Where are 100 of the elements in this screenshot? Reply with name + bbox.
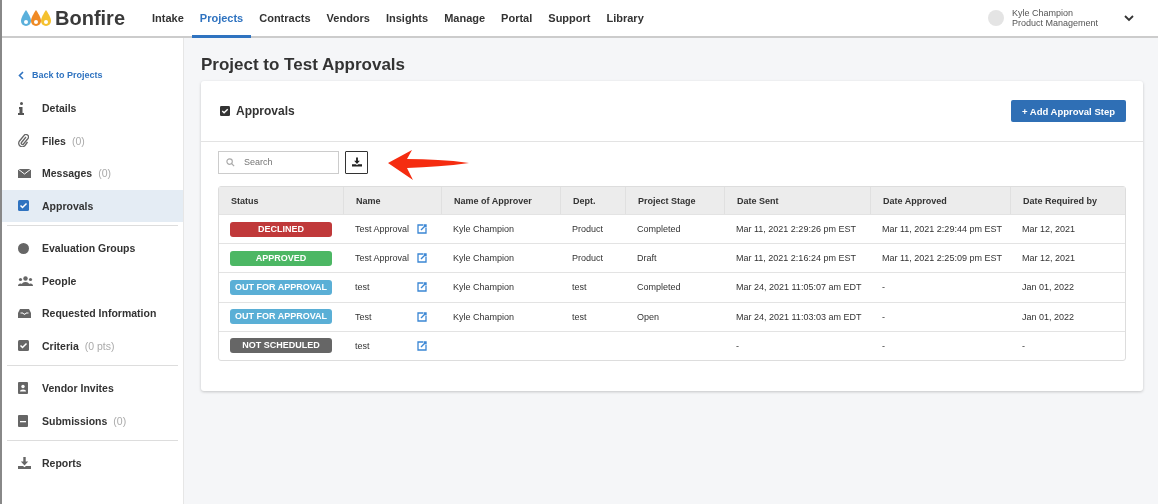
paperclip-icon (18, 134, 29, 148)
table-cell: test (355, 282, 370, 293)
table-cell: Kyle Champion (453, 311, 515, 322)
table-cell: Draft (637, 253, 657, 264)
status-badge: OUT FOR APPROVAL (230, 309, 332, 325)
nav-tab[interactable]: Projects (191, 0, 252, 38)
sidebar-item[interactable]: Messages (0) (2, 157, 183, 190)
column-header: Name (343, 187, 441, 214)
back-link[interactable]: Back to Projects (2, 70, 183, 80)
nav-tab[interactable]: Library (598, 0, 652, 38)
item-count: (0) (113, 414, 127, 427)
table-cell: Mar 11, 2021 2:25:09 pm EST (882, 253, 1002, 264)
column-header: Date Approved (870, 187, 1010, 214)
table-cell: Test Approval (355, 224, 410, 235)
sidebar-item[interactable]: Files (0) (2, 124, 183, 157)
user-name: Kyle Champion (1011, 8, 1074, 18)
edit-icon[interactable] (417, 282, 427, 293)
item-count: (0 pts) (84, 339, 115, 352)
table-cell: Mar 24, 2021 11:05:07 am EDT (736, 282, 862, 293)
sidebar-item[interactable]: Reports (2, 447, 183, 480)
item-count: (0) (71, 134, 85, 147)
item-count: (0) (98, 167, 112, 180)
table-cell: Completed (637, 282, 681, 293)
nav-tab[interactable]: Insights (377, 0, 437, 38)
checkbox-icon (220, 106, 230, 116)
edit-icon[interactable] (417, 224, 427, 235)
table-cell: - (882, 311, 885, 322)
table-cell: Test (355, 311, 372, 322)
checkbox-icon (18, 340, 29, 352)
edit-icon[interactable] (417, 311, 427, 322)
column-header: Date Required by (1010, 187, 1125, 214)
document-icon (18, 414, 28, 427)
table-cell: Open (637, 311, 660, 322)
sidebar-item[interactable]: People (2, 264, 183, 297)
table-cell: Test Approval (355, 253, 410, 264)
sidebar-item[interactable]: Submissions (0) (2, 404, 183, 437)
status-badge: OUT FOR APPROVAL (230, 279, 332, 295)
download-icon (18, 457, 31, 470)
table-cell: Kyle Champion (453, 282, 515, 293)
table-cell: - (882, 282, 885, 293)
table-cell: test (355, 340, 370, 351)
page-title: Project to Test Approvals (201, 55, 407, 75)
table-cell: - (882, 340, 885, 351)
sidebar-item[interactable]: Criteria (0 pts) (2, 329, 183, 362)
sidebar-item[interactable]: Approvals (2, 189, 183, 222)
envelope-icon (18, 168, 31, 178)
sidebar-item[interactable]: Evaluation Groups (2, 232, 183, 265)
table-cell: Completed (637, 224, 681, 235)
inbox-icon (18, 308, 31, 318)
chevron-down-icon[interactable] (1124, 14, 1134, 22)
contact-card-icon (18, 382, 28, 395)
download-button[interactable] (345, 150, 368, 174)
status-badge: DECLINED (230, 221, 332, 237)
table-cell: Product (572, 253, 604, 264)
edit-icon[interactable] (417, 253, 427, 264)
status-badge: NOT SCHEDULED (230, 338, 332, 354)
flames-icon (20, 9, 52, 27)
avatar-icon (987, 10, 1004, 26)
column-header: Name of Approver (441, 187, 560, 214)
table-cell: Jan 01, 2022 (1022, 311, 1075, 322)
nav-tab[interactable]: Contracts (251, 0, 319, 38)
download-icon (351, 157, 362, 167)
table-cell: Kyle Champion (453, 224, 515, 235)
circle-icon (18, 242, 29, 254)
table-cell: Jan 01, 2022 (1022, 282, 1075, 293)
table-cell: Mar 12, 2021 (1022, 253, 1076, 264)
status-badge: APPROVED (230, 250, 332, 266)
table-cell: Mar 24, 2021 11:03:03 am EDT (736, 311, 862, 322)
edit-icon[interactable] (417, 340, 427, 351)
info-icon (18, 101, 24, 115)
table-cell: Mar 11, 2021 2:16:24 pm EST (736, 253, 856, 264)
table-cell: - (736, 340, 739, 351)
brand-name: Bonfire (55, 6, 125, 30)
table-cell: Mar 12, 2021 (1022, 224, 1076, 235)
people-icon (18, 275, 33, 286)
sidebar-item[interactable]: Requested Information (2, 297, 183, 330)
nav-tab[interactable]: Vendors (318, 0, 378, 38)
search-icon (226, 157, 235, 167)
table-cell: Mar 11, 2021 2:29:26 pm EST (736, 224, 856, 235)
table-cell: - (1022, 340, 1025, 351)
sidebar-item[interactable]: Details (2, 92, 183, 125)
nav-tab[interactable]: Support (540, 0, 599, 38)
table-cell: Kyle Champion (453, 253, 515, 264)
table-cell: test (572, 282, 587, 293)
nav-tab[interactable]: Portal (493, 0, 541, 38)
nav-tab[interactable]: Intake (144, 0, 192, 38)
checkbox-icon (18, 200, 29, 212)
nav-tab[interactable]: Manage (436, 0, 494, 38)
card-title: Approvals (236, 104, 295, 118)
search-field[interactable]: Search (218, 150, 339, 174)
sidebar-item[interactable]: Vendor Invites (2, 372, 183, 405)
column-header: Dept. (560, 187, 625, 214)
user-role: Product Management (1011, 18, 1098, 28)
column-header: Date Sent (724, 187, 870, 214)
column-header: Status (230, 194, 260, 208)
chevron-left-icon (18, 70, 24, 80)
column-header: Project Stage (625, 187, 724, 214)
table-cell: Mar 11, 2021 2:29:44 pm EST (882, 224, 1002, 235)
table-cell: test (572, 311, 587, 322)
add-approval-step-button[interactable]: + Add Approval Step (1011, 100, 1126, 122)
